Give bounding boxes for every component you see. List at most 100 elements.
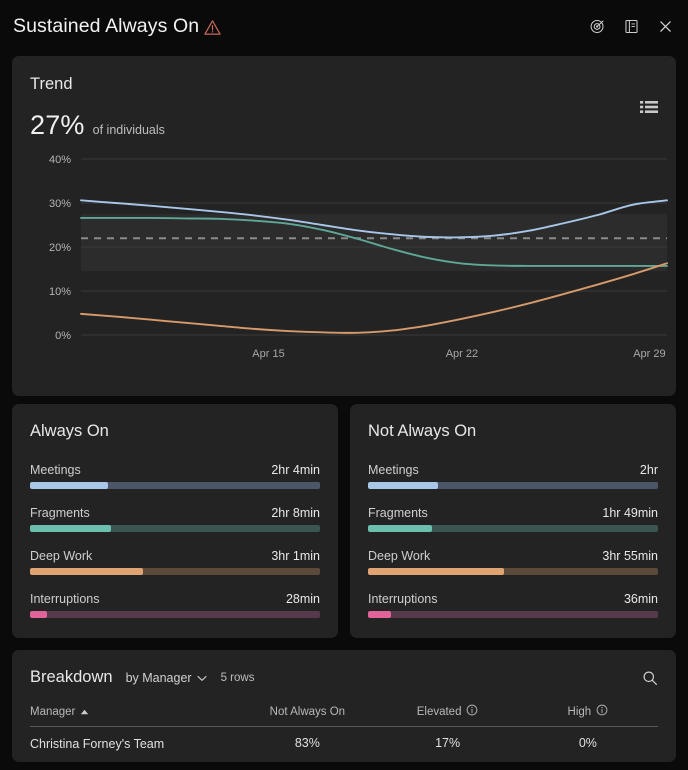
trend-header: Trend: [12, 56, 676, 94]
metric-bar-fill: [368, 525, 432, 532]
metric-label: Fragments: [30, 506, 90, 520]
metric-label: Deep Work: [30, 549, 93, 563]
page-title: Sustained Always On: [13, 14, 200, 37]
metric-value: 28min: [285, 592, 320, 606]
x-axis-tick-label: Apr 22: [446, 348, 478, 360]
row-count-label: 5 rows: [220, 671, 255, 684]
chart-line-high: [80, 262, 668, 334]
metric-label-row: Deep Work 3hr 1min: [30, 549, 320, 563]
metric-row: Meetings 2hr 4min: [30, 463, 320, 489]
metric-bar-track: [30, 482, 320, 489]
column-header-label: Manager: [30, 705, 76, 718]
y-axis-tick-label: 20%: [49, 242, 71, 254]
cell-manager: Christina Forney's Team: [30, 737, 165, 751]
metric-label-row: Meetings 2hr 4min: [30, 463, 320, 477]
chart-highlight-band: [81, 214, 667, 272]
trend-chart-svg: 0% 10% 20% 30% 40% Apr 15 Apr 22 Apr 29: [49, 154, 668, 360]
breakdown-table-head: Manager Not Always On Elevated High: [30, 704, 658, 727]
metric-value: 3hr 1min: [271, 549, 320, 563]
kpi-value: 27%: [30, 110, 85, 140]
breakdown-title: Breakdown: [30, 668, 113, 686]
report-book-icon[interactable]: [622, 17, 640, 35]
group-by-dropdown[interactable]: by Manager: [126, 671, 207, 685]
metric-bar-track: [368, 568, 658, 575]
metric-label-row: Fragments 2hr 8min: [30, 506, 320, 520]
x-axis-tick-label: Apr 29: [633, 348, 665, 360]
trend-kpi: 27% of individuals: [12, 94, 676, 141]
kpi-subtitle: of individuals: [92, 123, 165, 137]
metric-label-row: Fragments 1hr 49min: [368, 506, 658, 520]
search-icon[interactable]: [642, 670, 658, 686]
always-on-title: Always On: [30, 422, 109, 440]
warning-triangle-icon: [203, 16, 222, 37]
metric-bar-fill: [30, 568, 144, 575]
metric-bar-fill: [30, 482, 109, 489]
not-always-on-title: Not Always On: [368, 422, 477, 440]
metric-row: Deep Work 3hr 1min: [30, 549, 320, 575]
metric-value: 2hr: [639, 463, 658, 477]
cell-not-always-on: 83%: [294, 736, 320, 750]
group-by-label: by Manager: [125, 670, 192, 685]
legend-list-icon[interactable]: [640, 99, 658, 115]
trend-card: Trend 27% of individuals 0% 10% 20% 30% 40% A…: [12, 56, 676, 396]
column-header-label: Not Always On: [269, 705, 346, 718]
trend-chart: 0% 10% 20% 30% 40% Apr 15 Apr 22 Apr 29: [12, 153, 676, 383]
metric-row: Interruptions 28min: [30, 592, 320, 618]
metric-label: Meetings: [368, 463, 419, 477]
column-header-manager[interactable]: Manager: [30, 704, 238, 727]
metric-label-row: Meetings 2hr: [368, 463, 658, 477]
column-header-high[interactable]: High: [517, 704, 658, 727]
metric-value: 1hr 49min: [602, 506, 658, 520]
close-icon[interactable]: [656, 17, 674, 35]
metric-value: 2hr 4min: [271, 463, 320, 477]
not-always-on-metric-list: Meetings 2hr Fragments 1hr 49min Deep Work 3h…: [368, 463, 658, 618]
metric-bar-track: [30, 525, 320, 532]
metric-label: Interruptions: [30, 592, 100, 606]
chevron-down-icon: [197, 671, 207, 685]
metric-bar-track: [368, 525, 658, 532]
y-axis-tick-label: 40%: [49, 154, 71, 166]
metric-label: Fragments: [368, 506, 428, 520]
column-header-elevated[interactable]: Elevated: [377, 704, 518, 727]
metric-label-row: Deep Work 3hr 55min: [368, 549, 658, 563]
info-icon[interactable]: [466, 704, 478, 719]
y-axis-tick-label: 0%: [55, 330, 71, 342]
column-header-label: High: [567, 705, 592, 718]
column-header-label: Elevated: [416, 705, 462, 718]
not-always-on-card: Not Always On Meetings 2hr Fragments 1hr 49…: [350, 404, 676, 638]
metric-value: 36min: [623, 592, 658, 606]
metric-row: Meetings 2hr: [368, 463, 658, 489]
metric-value: 3hr 55min: [602, 549, 658, 563]
trend-title: Trend: [30, 75, 73, 93]
metric-row: Deep Work 3hr 55min: [368, 549, 658, 575]
insights-target-icon[interactable]: [588, 17, 606, 35]
breakdown-table-body: Christina Forney's Team 83% 17% 0%: [30, 727, 658, 753]
breakdown-header-row: Manager Not Always On Elevated High: [30, 704, 658, 727]
cell-elevated: 17%: [435, 736, 461, 750]
metric-label-row: Interruptions 28min: [30, 592, 320, 606]
metric-bar-fill: [368, 482, 438, 489]
table-row[interactable]: Christina Forney's Team 83% 17% 0%: [30, 727, 658, 753]
y-axis-tick-label: 10%: [49, 286, 71, 298]
metric-label: Deep Work: [368, 549, 431, 563]
breakdown-table: Manager Not Always On Elevated High Christi…: [30, 704, 658, 753]
metric-row: Fragments 2hr 8min: [30, 506, 320, 532]
breakdown-header: Breakdown by Manager 5 rows: [30, 668, 658, 687]
metric-bar-track: [30, 568, 320, 575]
metric-row: Interruptions 36min: [368, 592, 658, 618]
metric-bar-fill: [368, 568, 505, 575]
metric-label: Meetings: [30, 463, 81, 477]
metric-bar-track: [30, 611, 320, 618]
metric-bar-track: [368, 482, 658, 489]
info-icon[interactable]: [596, 704, 608, 719]
breakdown-card: Breakdown by Manager 5 rows Manager Not A…: [12, 650, 676, 762]
metric-bar-fill: [30, 611, 48, 618]
sort-ascending-icon: [80, 706, 89, 718]
x-axis-tick-label: Apr 15: [252, 348, 284, 360]
metric-label: Interruptions: [368, 592, 438, 606]
always-on-metric-list: Meetings 2hr 4min Fragments 2hr 8min Deep Wo…: [30, 463, 320, 618]
titlebar-actions: [588, 17, 674, 35]
column-header-not-always-on[interactable]: Not Always On: [237, 704, 378, 727]
metric-bar-track: [368, 611, 658, 618]
metric-label-row: Interruptions 36min: [368, 592, 658, 606]
